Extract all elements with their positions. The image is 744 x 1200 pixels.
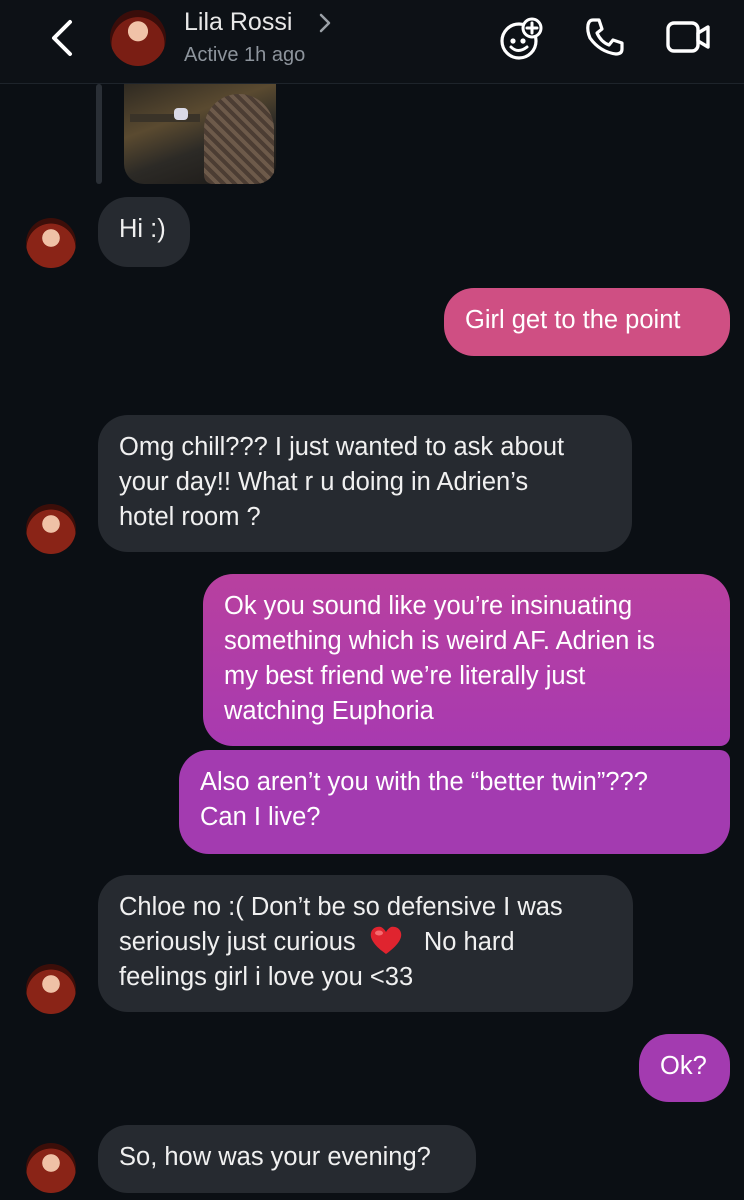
message-received[interactable]: Chloe no :( Don’t be so defensive I was … — [98, 875, 633, 1012]
message-text: No hard — [423, 928, 515, 956]
message-sent[interactable]: Also aren’t you with the “better twin”??… — [179, 750, 730, 854]
message-text: So, how was your evening? — [119, 1143, 431, 1171]
message-line: feelings girl i love you <33 — [119, 963, 414, 991]
message-sent[interactable]: Girl get to the point — [444, 288, 730, 356]
message-line: your day!! What r u doing in Adrien’s — [119, 468, 529, 496]
message-line: hotel room ? — [119, 503, 261, 531]
effects-icon[interactable] — [498, 16, 544, 62]
phone-icon[interactable] — [584, 16, 626, 58]
message-line: Chloe no :( Don’t be so defensive I was — [119, 893, 563, 921]
shared-photo[interactable] — [124, 84, 276, 184]
message-line: Ok you sound like you’re insinuating — [224, 592, 633, 620]
message-line: Can I live? — [200, 803, 321, 831]
heart-emoji-icon — [370, 926, 401, 954]
message-line: seriously just curious No hard — [119, 925, 612, 960]
message-line: my best friend we’re literally just — [224, 662, 586, 690]
message-text: Girl get to the point — [465, 306, 681, 334]
sender-avatar[interactable] — [26, 1143, 76, 1193]
message-text: seriously just curious — [119, 928, 356, 956]
message-sent[interactable]: Ok? — [639, 1034, 730, 1102]
chat-header: Lila Rossi Active 1h ago — [0, 0, 744, 84]
contact-status: Active 1h ago — [184, 44, 306, 66]
contact-name[interactable]: Lila Rossi — [184, 8, 292, 37]
message-received[interactable]: Hi :) — [98, 197, 190, 267]
sender-avatar[interactable] — [26, 964, 76, 1014]
message-text: Hi :) — [119, 215, 166, 243]
back-icon[interactable] — [44, 16, 80, 60]
video-icon[interactable] — [664, 16, 712, 58]
contact-avatar[interactable] — [110, 10, 166, 66]
message-text: Ok? — [660, 1052, 707, 1080]
message-line: Also aren’t you with the “better twin”??… — [200, 768, 648, 796]
reply-indicator — [96, 84, 102, 184]
message-line: Omg chill??? I just wanted to ask about — [119, 433, 565, 461]
message-line: something which is weird AF. Adrien is — [224, 627, 655, 655]
sender-avatar[interactable] — [26, 218, 76, 268]
sender-avatar[interactable] — [26, 504, 76, 554]
message-received[interactable]: Omg chill??? I just wanted to ask about … — [98, 415, 632, 552]
message-sent[interactable]: Ok you sound like you’re insinuating som… — [203, 574, 730, 746]
chevron-right-icon[interactable] — [318, 12, 332, 34]
message-line: watching Euphoria — [224, 697, 434, 725]
message-received[interactable]: So, how was your evening? — [98, 1125, 476, 1193]
